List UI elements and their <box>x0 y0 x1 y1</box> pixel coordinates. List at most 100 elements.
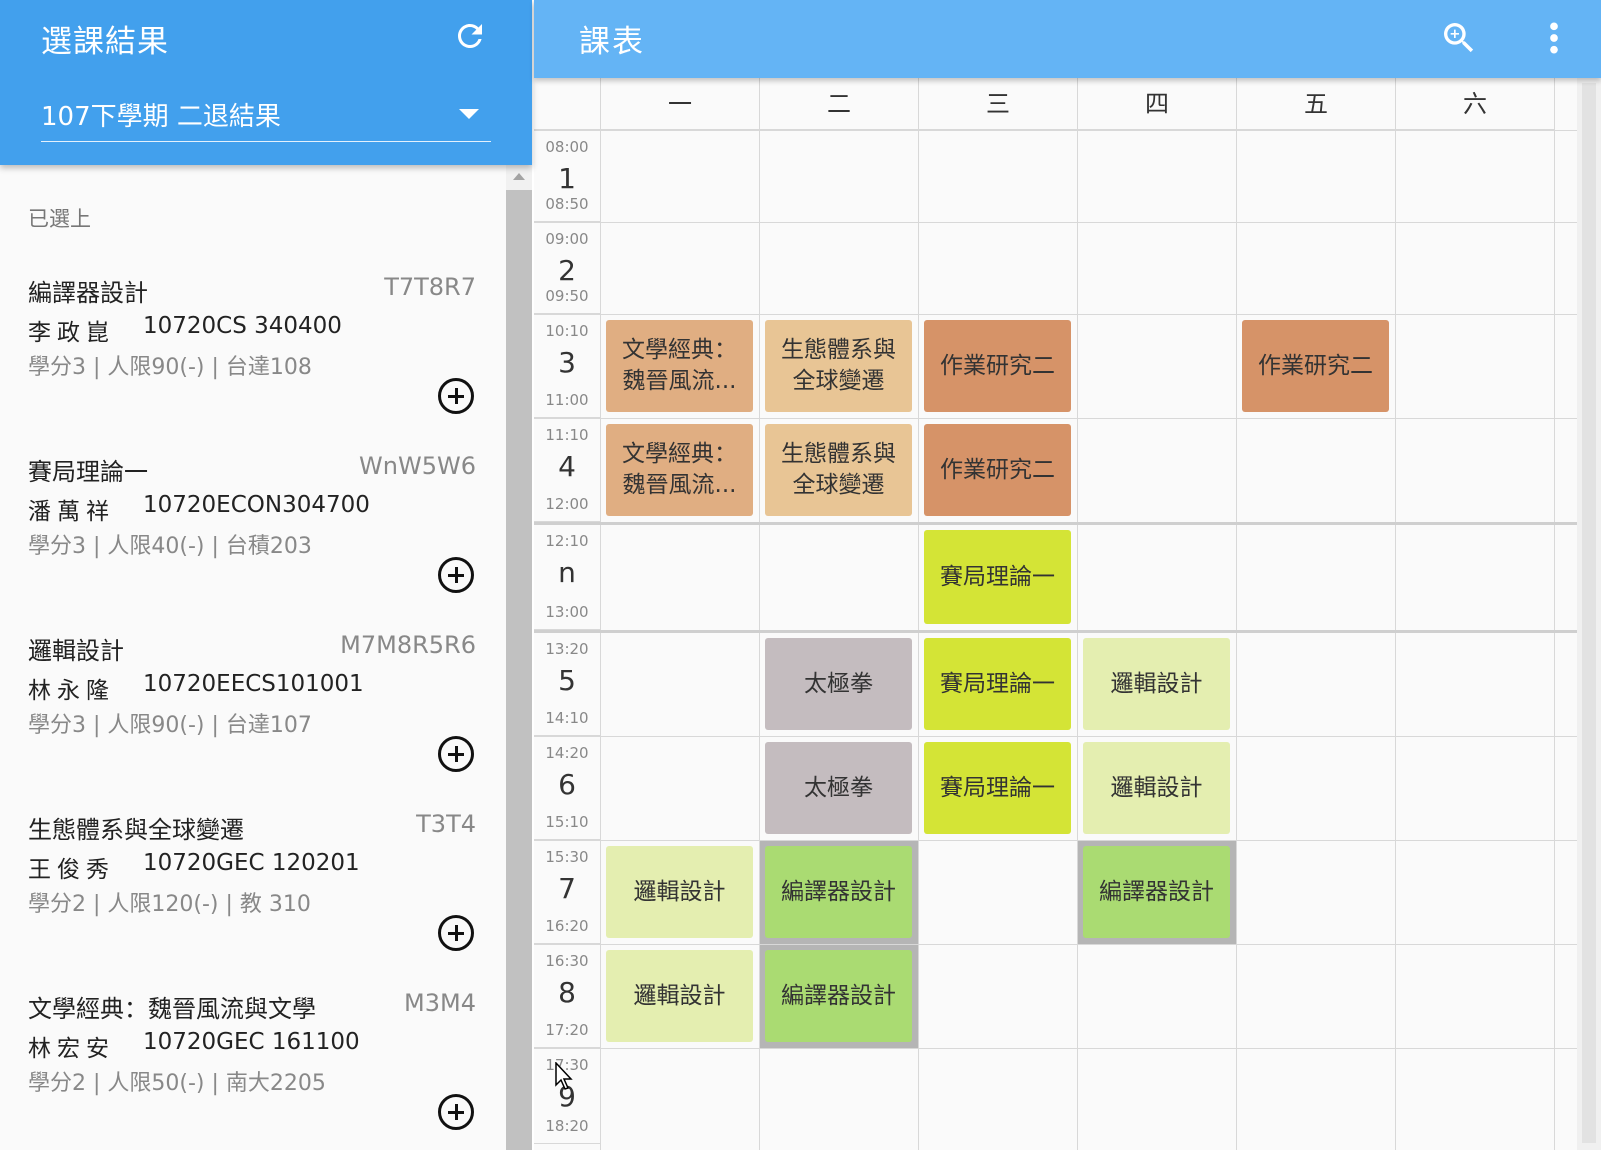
timetable-course-block[interactable]: 生態體系與全球變遷 <box>765 424 912 516</box>
course-list-scrollbar[interactable] <box>506 165 532 1150</box>
dropdown-arrow-icon <box>459 109 479 119</box>
timetable-course-block[interactable]: 賽局理論一 <box>924 530 1071 624</box>
timetable-course-block[interactable]: 賽局理論一 <box>924 638 1071 730</box>
timetable-course-block[interactable]: 作業研究二 <box>924 424 1071 516</box>
add-circle-icon[interactable] <box>438 1094 474 1130</box>
course-list-item[interactable]: 文學經典：魏晉風流與文學 M3M4 林宏安 10720GEC 161100 學分2 | … <box>0 989 506 1150</box>
period-end-time: 18:20 <box>545 1117 589 1135</box>
semester-select[interactable]: 107下學期 二退結果 <box>41 92 491 142</box>
course-name: 賽局理論一 <box>28 458 148 486</box>
timetable-course-block[interactable]: 生態體系與全球變遷 <box>765 320 912 412</box>
course-info: 學分3 | 人限40(-) | 台積203 <box>28 534 312 559</box>
timetable-course-block[interactable]: 文學經典：魏晉風流... <box>606 320 753 412</box>
grid-row-line <box>534 840 1577 841</box>
course-id: 10720CS 340400 <box>143 313 342 339</box>
more-vert-icon[interactable] <box>1539 18 1569 58</box>
timetable-course-block[interactable]: 作業研究二 <box>924 320 1071 412</box>
course-teacher: 王俊秀 <box>28 857 115 883</box>
grid-row-line <box>534 944 1577 945</box>
timetable-course-block[interactable]: 編譯器設計 <box>765 846 912 938</box>
course-name: 文學經典：魏晉風流與文學 <box>28 995 316 1023</box>
add-circle-icon[interactable] <box>438 736 474 772</box>
grid-column-line <box>1554 78 1555 1150</box>
period-time-cell: 12:10 n 13:00 <box>534 524 600 630</box>
period-number: 4 <box>558 450 576 483</box>
course-name: 邏輯設計 <box>28 637 124 665</box>
period-start-time: 10:10 <box>545 322 589 340</box>
grid-row-line <box>534 630 1577 633</box>
timetable-course-block[interactable]: 太極拳 <box>765 638 912 730</box>
period-number: 1 <box>558 162 576 195</box>
course-info: 學分3 | 人限90(-) | 台達107 <box>28 713 312 738</box>
grid-row-line <box>534 522 1577 525</box>
period-start-time: 13:20 <box>545 640 589 658</box>
period-start-time: 14:20 <box>545 744 589 762</box>
period-number: 8 <box>558 976 576 1009</box>
timetable-course-block[interactable]: 編譯器設計 <box>765 950 912 1042</box>
period-number: 3 <box>558 346 576 379</box>
right-app-bar: 課表 <box>534 0 1601 78</box>
grid-row-line <box>534 314 1577 315</box>
period-time-cell: 16:30 8 17:20 <box>534 944 600 1048</box>
period-start-time: 11:10 <box>545 426 589 444</box>
course-time-code: T3T4 <box>416 810 476 838</box>
course-list-item[interactable]: 賽局理論一 WnW5W6 潘萬祥 10720ECON304700 學分3 | 人限40(… <box>0 452 506 635</box>
period-start-time: 12:10 <box>545 532 589 550</box>
course-list-item[interactable]: 編譯器設計 T7T8R7 李政崑 10720CS 340400 學分3 | 人限90(-… <box>0 273 506 456</box>
grid-column-line <box>1395 78 1396 1150</box>
period-start-time: 16:30 <box>545 952 589 970</box>
period-end-time: 11:00 <box>545 391 589 409</box>
timetable-grid: 一二三四五六 08:00 1 08:50 09:00 2 09:50 10:10 3 11:00 1… <box>534 78 1577 1150</box>
period-start-time: 08:00 <box>545 138 589 156</box>
refresh-icon[interactable] <box>452 18 488 54</box>
corner-cell <box>534 78 600 130</box>
timetable-course-block[interactable]: 賽局理論一 <box>924 742 1071 834</box>
timetable-course-block[interactable]: 邏輯設計 <box>1083 638 1230 730</box>
grid-column-line <box>918 78 919 1150</box>
period-end-time: 14:10 <box>545 709 589 727</box>
left-title: 選課結果 <box>41 24 169 60</box>
course-name: 編譯器設計 <box>28 279 148 307</box>
add-circle-icon[interactable] <box>438 557 474 593</box>
section-header-selected: 已選上 <box>28 207 91 231</box>
add-circle-icon[interactable] <box>438 915 474 951</box>
day-header: 五 <box>1236 78 1395 130</box>
add-circle-icon[interactable] <box>438 378 474 414</box>
course-name: 生態體系與全球變遷 <box>28 816 244 844</box>
period-start-time: 15:30 <box>545 848 589 866</box>
timetable-course-block[interactable]: 編譯器設計 <box>1083 846 1230 938</box>
course-teacher: 潘萬祥 <box>28 499 115 525</box>
course-id: 10720GEC 120201 <box>143 850 360 876</box>
timetable-course-block[interactable]: 作業研究二 <box>1242 320 1389 412</box>
period-end-time: 15:10 <box>545 813 589 831</box>
grid-row-line <box>534 736 1577 737</box>
course-info: 學分2 | 人限50(-) | 南大2205 <box>28 1071 326 1096</box>
grid-column-line <box>1077 78 1078 1150</box>
period-time-cell: 13:20 5 14:10 <box>534 632 600 736</box>
scroll-up-arrow-icon[interactable] <box>513 173 525 180</box>
period-time-cell: 11:10 4 12:00 <box>534 418 600 522</box>
scrollbar-thumb[interactable] <box>506 190 532 1150</box>
timetable-course-block[interactable]: 邏輯設計 <box>606 846 753 938</box>
course-teacher: 林永隆 <box>28 678 115 704</box>
day-header: 三 <box>918 78 1077 130</box>
course-list-item[interactable]: 生態體系與全球變遷 T3T4 王俊秀 10720GEC 120201 學分2 | 人限1… <box>0 810 506 993</box>
timetable-scrollbar[interactable] <box>1577 78 1601 1150</box>
period-number: 6 <box>558 768 576 801</box>
period-time-cell: 09:00 2 09:50 <box>534 222 600 314</box>
day-header: 六 <box>1395 78 1554 130</box>
course-teacher: 李政崑 <box>28 320 115 346</box>
zoom-in-icon[interactable] <box>1439 18 1479 58</box>
timetable-course-block[interactable]: 邏輯設計 <box>1083 742 1230 834</box>
period-time-cell: 15:30 7 16:20 <box>534 840 600 944</box>
timetable-scrollbar-thumb[interactable] <box>1582 83 1596 1143</box>
day-header: 二 <box>759 78 918 130</box>
course-time-code: T7T8R7 <box>384 273 476 301</box>
period-number: n <box>558 556 576 589</box>
period-end-time: 12:00 <box>545 495 589 513</box>
timetable-course-block[interactable]: 文學經典：魏晉風流... <box>606 424 753 516</box>
timetable-course-block[interactable]: 邏輯設計 <box>606 950 753 1042</box>
grid-row-line <box>534 130 1577 131</box>
course-list-item[interactable]: 邏輯設計 M7M8R5R6 林永隆 10720EECS101001 學分3 | 人限90… <box>0 631 506 814</box>
timetable-course-block[interactable]: 太極拳 <box>765 742 912 834</box>
